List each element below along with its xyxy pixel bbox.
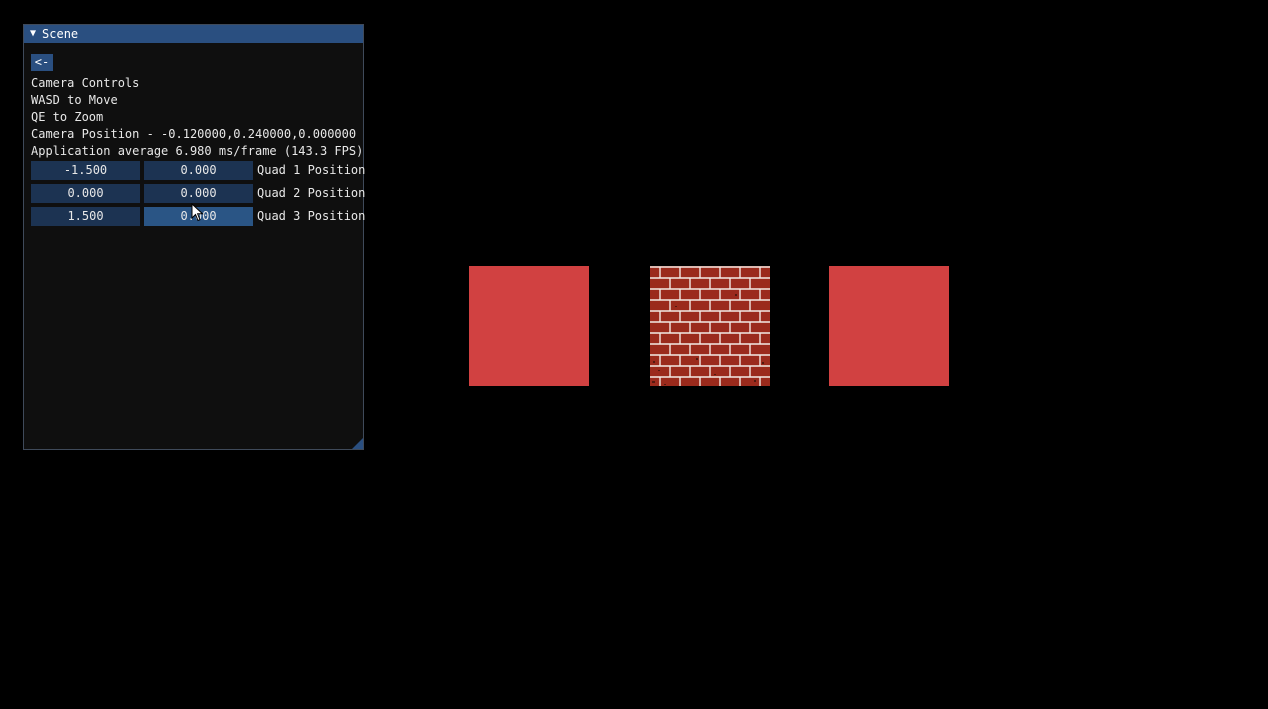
camera-position-readout: Camera Position - -0.120000,0.240000,0.0… xyxy=(31,127,357,141)
quad2-position-row: 0.000 0.000 Quad 2 Position xyxy=(31,183,365,203)
quad1-label: Quad 1 Position xyxy=(257,163,366,177)
back-button[interactable]: <- xyxy=(31,54,53,71)
quad1-y-drag[interactable]: 0.000 xyxy=(144,160,253,180)
quad2-y-drag[interactable]: 0.000 xyxy=(144,183,253,203)
window-content: <- Camera Controls WASD to Move QE to Zo… xyxy=(24,43,366,226)
collapse-arrow-icon[interactable]: ▼ xyxy=(30,25,36,43)
zoom-hint: QE to Zoom xyxy=(31,110,104,124)
quad-3-red xyxy=(829,266,949,386)
window-titlebar[interactable]: ▼ Scene xyxy=(24,25,363,43)
move-hint: WASD to Move xyxy=(31,93,118,107)
scene-window: ▼ Scene <- Camera Controls WASD to Move … xyxy=(23,24,366,450)
quad2-label: Quad 2 Position xyxy=(257,186,366,200)
camera-controls-heading: Camera Controls xyxy=(31,76,140,90)
quad2-x-drag[interactable]: 0.000 xyxy=(31,183,140,203)
resize-grip-icon[interactable] xyxy=(352,438,363,449)
quad3-x-drag[interactable]: 1.500 xyxy=(31,206,140,226)
quad-2-brick xyxy=(650,266,770,386)
brick-texture xyxy=(650,266,770,386)
quad3-label: Quad 3 Position xyxy=(257,209,366,223)
quad-1-red xyxy=(469,266,589,386)
perf-readout: Application average 6.980 ms/frame (143.… xyxy=(31,144,364,158)
quad1-x-drag[interactable]: -1.500 xyxy=(31,160,140,180)
window-title: Scene xyxy=(42,27,79,41)
mouse-cursor-icon xyxy=(191,203,204,222)
render-viewport: ▼ Scene <- Camera Controls WASD to Move … xyxy=(0,0,1268,709)
quad1-position-row: -1.500 0.000 Quad 1 Position xyxy=(31,160,365,180)
